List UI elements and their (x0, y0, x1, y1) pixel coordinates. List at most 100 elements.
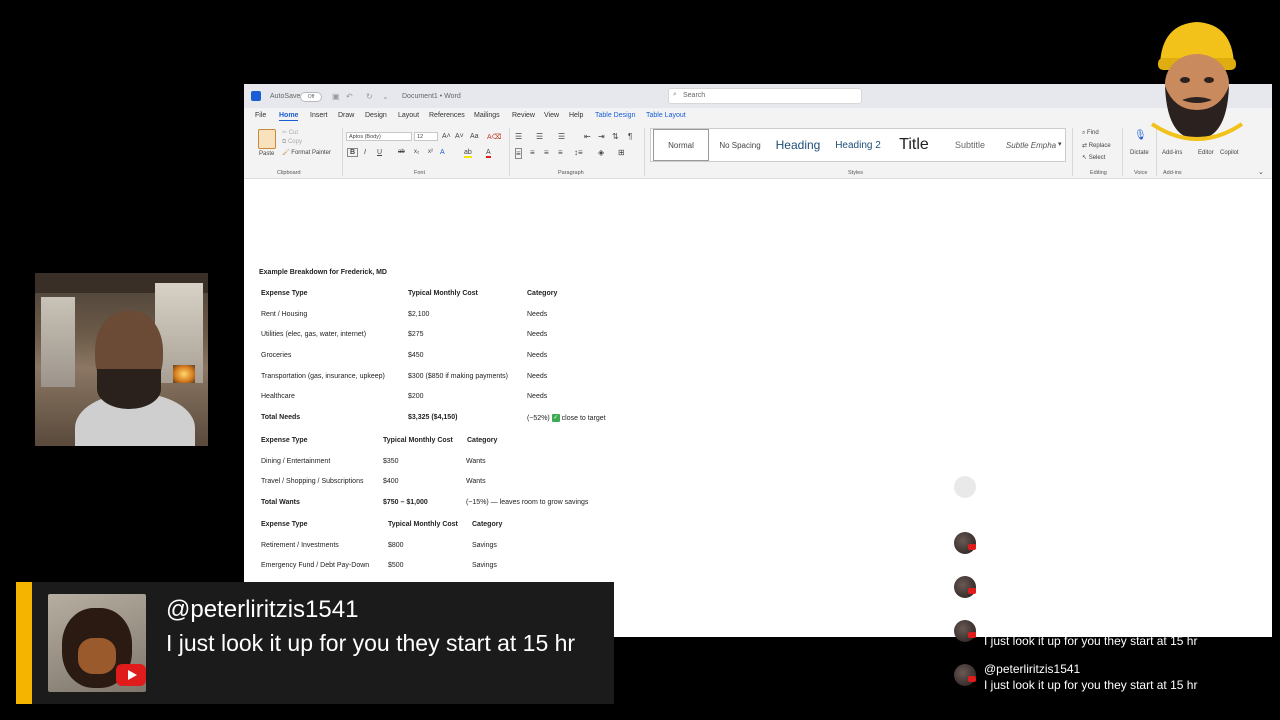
commenter-avatar (48, 594, 146, 692)
tab-insert[interactable]: Insert (310, 112, 328, 119)
show-formatting-icon[interactable]: ¶ (628, 132, 632, 141)
total-needs-percent: (~52%) (527, 414, 550, 422)
tab-home[interactable]: Home (279, 112, 299, 121)
paste-icon[interactable] (258, 129, 276, 149)
shrink-font-icon[interactable]: A˅ (455, 133, 464, 140)
search-icon: ⌕ (673, 91, 677, 98)
style-no-spacing[interactable]: No Spacing (711, 129, 769, 161)
tab-file[interactable]: File (255, 112, 266, 119)
table-cell: Savings (472, 542, 497, 549)
sort-icon[interactable]: ⇅ (612, 132, 619, 141)
numbering-icon[interactable]: ☰ (536, 132, 543, 141)
line-spacing-icon[interactable]: ↕≡ (574, 148, 583, 157)
tab-review[interactable]: Review (512, 112, 535, 119)
table-cell: $800 (388, 542, 404, 549)
scissors-icon: ✂ (282, 130, 288, 136)
bullets-icon[interactable]: ☰ (515, 132, 522, 141)
table-cell: Emergency Fund / Debt Pay-Down (261, 562, 370, 569)
decrease-indent-icon[interactable]: ⇤ (584, 132, 591, 141)
accent-bar (16, 582, 32, 704)
change-case-icon[interactable]: Aa (470, 133, 479, 140)
style-heading-2[interactable]: Heading 2 (829, 129, 887, 161)
chat-message-text: All of America do not have a savings (984, 546, 1178, 560)
font-size-combo[interactable]: 12 (414, 132, 438, 141)
chat-message: @peterliritzis1541 I just look it up for… (944, 660, 1264, 704)
shading-icon[interactable]: ◈ (598, 148, 604, 157)
addins-label[interactable]: Add-ins (1162, 150, 1182, 156)
tab-table-design[interactable]: Table Design (595, 112, 635, 119)
table-cell: Groceries (261, 352, 292, 359)
increase-indent-icon[interactable]: ⇥ (598, 132, 605, 141)
tab-view[interactable]: View (544, 112, 559, 119)
style-heading[interactable]: Heading (769, 129, 827, 161)
table-cell: Retirement / Investments (261, 542, 339, 549)
style-normal[interactable]: Normal (653, 129, 709, 161)
tab-table-layout[interactable]: Table Layout (646, 112, 686, 119)
bold-icon[interactable]: B (347, 148, 359, 157)
streamer-avatar (1150, 22, 1244, 141)
styles-more-icon[interactable]: ▾ (1058, 140, 1062, 148)
borders-icon[interactable]: ⊞ (618, 148, 625, 157)
table-cell: Wants (466, 458, 486, 465)
justify-icon[interactable]: ≡ (558, 148, 563, 157)
search-box[interactable]: ⌕ Search (668, 88, 862, 104)
style-subtitle[interactable]: Subtitle (941, 129, 999, 161)
table-cell: Needs (527, 393, 548, 400)
tab-draw[interactable]: Draw (338, 112, 354, 119)
replace-button[interactable]: ⇄ Replace (1082, 142, 1111, 149)
italic-icon[interactable]: I (364, 149, 366, 156)
autosave-toggle[interactable]: Off (300, 92, 322, 102)
avatar (954, 532, 976, 554)
table-cell: Transportation (gas, insurance, upkeep) (261, 373, 385, 380)
tab-layout[interactable]: Layout (398, 112, 419, 119)
cut-button[interactable]: ✂ Cut (282, 129, 298, 136)
format-painter-button[interactable]: 🖌 Format Painter (282, 149, 331, 156)
ribbon-collapse-icon[interactable]: ⌄ (1258, 168, 1264, 176)
style-subtle-emphasis[interactable]: Subtle Empha (1001, 129, 1061, 161)
style-title[interactable]: Title (889, 129, 939, 161)
copilot-label[interactable]: Copilot (1220, 150, 1239, 156)
strikethrough-icon[interactable]: ab (398, 149, 405, 155)
tab-design[interactable]: Design (365, 112, 387, 119)
align-right-icon[interactable]: ≡ (544, 148, 549, 157)
select-button[interactable]: ↖ Select (1082, 154, 1105, 161)
font-color-icon[interactable]: A (486, 149, 491, 158)
clear-format-icon[interactable]: A⌫ (487, 133, 502, 141)
find-icon: ⌕ (1082, 130, 1086, 136)
tab-mailings[interactable]: Mailings (474, 112, 500, 119)
copy-label: Copy (287, 139, 302, 145)
wants-header-cost: Typical Monthly Cost (383, 437, 453, 444)
total-wants-note: (~15%) — leaves room to grow savings (466, 499, 589, 506)
cursor-icon: ↖ (1082, 155, 1088, 161)
editor-label[interactable]: Editor (1198, 150, 1214, 156)
ribbon-tabs: File Home Insert Draw Design Layout Refe… (244, 108, 1272, 124)
copy-button[interactable]: ⧉ Copy (282, 139, 302, 146)
redo-icon[interactable]: ↻ (366, 92, 373, 101)
align-left-icon[interactable]: ≡ (515, 148, 522, 159)
customize-icon[interactable]: ⌄ (382, 92, 389, 101)
table-cell: Needs (527, 311, 548, 318)
tab-help[interactable]: Help (569, 112, 583, 119)
tab-references[interactable]: References (429, 112, 465, 119)
paste-label[interactable]: Paste (259, 151, 274, 157)
youtube-icon (968, 544, 976, 550)
multilevel-list-icon[interactable]: ☰ (558, 132, 565, 141)
total-wants-value: $750 – $1,000 (383, 499, 428, 506)
font-name-combo[interactable]: Aptos (Body) (346, 132, 412, 141)
highlight-icon[interactable]: ab (464, 149, 472, 158)
align-center-icon[interactable]: ≡ (530, 148, 535, 157)
subscript-icon[interactable]: x₂ (414, 149, 419, 155)
highlight-message: I just look it up for you they start at … (166, 630, 576, 656)
dictate-label[interactable]: Dictate (1130, 150, 1149, 156)
webcam-feed (35, 273, 208, 446)
chat-message-text: Most of America lives paycheck to payche… (984, 590, 1219, 604)
save-icon[interactable]: ▣ (332, 92, 340, 101)
styles-gallery: Normal No Spacing Heading Heading 2 Titl… (650, 128, 1066, 162)
superscript-icon[interactable]: x² (428, 149, 433, 155)
divider (1072, 128, 1073, 176)
grow-font-icon[interactable]: A˄ (442, 133, 451, 140)
underline-icon[interactable]: U (377, 149, 382, 156)
text-effects-icon[interactable]: A (440, 149, 445, 156)
undo-icon[interactable]: ↶ (346, 92, 353, 101)
find-button[interactable]: ⌕ Find (1082, 130, 1099, 137)
